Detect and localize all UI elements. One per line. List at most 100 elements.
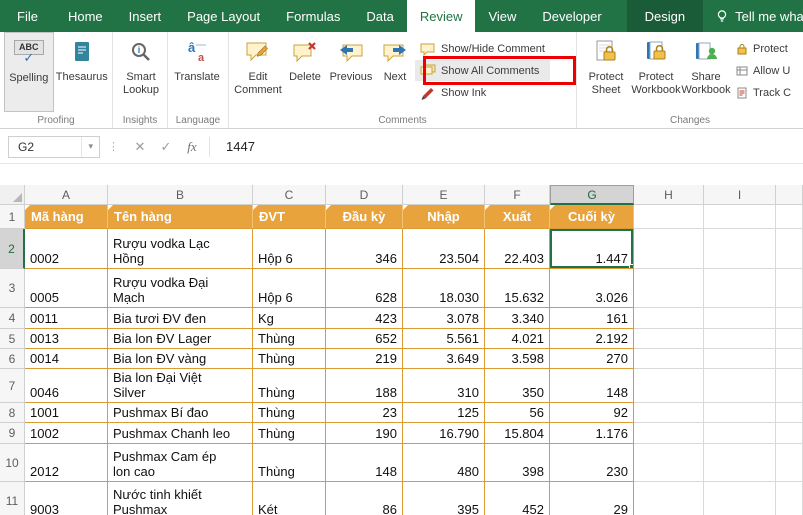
cell-J4[interactable] (776, 308, 803, 329)
cell-A1[interactable]: Mã hàng (25, 205, 108, 229)
cell-F11[interactable]: 452 (485, 482, 550, 515)
edit-comment-button[interactable]: Edit Comment (233, 32, 283, 112)
cell-G11[interactable]: 29 (550, 482, 634, 515)
cell-E1[interactable]: Nhập (403, 205, 485, 229)
cell-B9[interactable]: Pushmax Chanh leo (108, 423, 253, 444)
row-header-11[interactable]: 11 (0, 482, 25, 515)
thesaurus-button[interactable]: Thesaurus (54, 32, 110, 112)
cell-A8[interactable]: 1001 (25, 403, 108, 423)
cell-G6[interactable]: 270 (550, 349, 634, 369)
cell-G10[interactable]: 230 (550, 444, 634, 482)
select-all-button[interactable] (0, 185, 25, 205)
cell-E11[interactable]: 395 (403, 482, 485, 515)
cell-A4[interactable]: 0011 (25, 308, 108, 329)
name-box[interactable]: G2 ▾ (8, 136, 100, 158)
cell-J6[interactable] (776, 349, 803, 369)
cell-B8[interactable]: Pushmax Bí đao (108, 403, 253, 423)
cell-D8[interactable]: 23 (326, 403, 403, 423)
cell-G3[interactable]: 3.026 (550, 269, 634, 308)
cell-E10[interactable]: 480 (403, 444, 485, 482)
enter-button[interactable]: ✓ (153, 139, 179, 155)
cell-J1[interactable] (776, 205, 803, 229)
cell-F2[interactable]: 22.403 (485, 229, 550, 269)
cell-F9[interactable]: 15.804 (485, 423, 550, 444)
previous-comment-button[interactable]: Previous (327, 32, 375, 112)
cell-H8[interactable] (634, 403, 704, 423)
cell-J3[interactable] (776, 269, 803, 308)
smart-lookup-button[interactable]: i Smart Lookup (117, 32, 165, 112)
row-header-5[interactable]: 5 (0, 329, 25, 349)
cell-D5[interactable]: 652 (326, 329, 403, 349)
show-hide-comment-button[interactable]: Show/Hide Comment (415, 38, 550, 59)
col-header-G[interactable]: G (550, 185, 634, 205)
col-header-D[interactable]: D (326, 185, 403, 205)
cell-G9[interactable]: 1.176 (550, 423, 634, 444)
cell-J2[interactable] (776, 229, 803, 269)
cell-C6[interactable]: Thùng (253, 349, 326, 369)
translate-button[interactable]: âa Translate (172, 32, 222, 112)
show-ink-button[interactable]: Show Ink (415, 82, 550, 103)
cell-D4[interactable]: 423 (326, 308, 403, 329)
cell-E2[interactable]: 23.504 (403, 229, 485, 269)
cell-E7[interactable]: 310 (403, 369, 485, 403)
cell-A3[interactable]: 0005 (25, 269, 108, 308)
next-comment-button[interactable]: Next (375, 32, 415, 112)
row-header-10[interactable]: 10 (0, 444, 25, 482)
cell-A9[interactable]: 1002 (25, 423, 108, 444)
cell-I3[interactable] (704, 269, 776, 308)
cell-C1[interactable]: ĐVT (253, 205, 326, 229)
cell-I5[interactable] (704, 329, 776, 349)
cell-J7[interactable] (776, 369, 803, 403)
col-header-B[interactable]: B (108, 185, 253, 205)
cell-B4[interactable]: Bia tươi ĐV đen (108, 308, 253, 329)
col-header-I[interactable]: I (704, 185, 776, 205)
col-header-F[interactable]: F (485, 185, 550, 205)
cell-C9[interactable]: Thùng (253, 423, 326, 444)
protect-shared-workbook-button[interactable]: Protect (731, 38, 796, 59)
formula-bar-resize-handle[interactable]: ⋮ (100, 140, 127, 153)
cell-I11[interactable] (704, 482, 776, 515)
cell-I1[interactable] (704, 205, 776, 229)
cell-B5[interactable]: Bia lon ĐV Lager (108, 329, 253, 349)
cell-F4[interactable]: 3.340 (485, 308, 550, 329)
cell-A2[interactable]: 0002 (25, 229, 108, 269)
col-header-A[interactable]: A (25, 185, 108, 205)
cell-E8[interactable]: 125 (403, 403, 485, 423)
cancel-button[interactable]: ✕ (127, 139, 153, 155)
cell-D10[interactable]: 148 (326, 444, 403, 482)
cell-I8[interactable] (704, 403, 776, 423)
tab-developer[interactable]: Developer (529, 0, 614, 32)
cell-C11[interactable]: Két (253, 482, 326, 515)
cell-C8[interactable]: Thùng (253, 403, 326, 423)
cell-J9[interactable] (776, 423, 803, 444)
cell-H4[interactable] (634, 308, 704, 329)
tab-view[interactable]: View (475, 0, 529, 32)
cell-B6[interactable]: Bia lon ĐV vàng (108, 349, 253, 369)
col-header-E[interactable]: E (403, 185, 485, 205)
cell-D6[interactable]: 219 (326, 349, 403, 369)
cell-C5[interactable]: Thùng (253, 329, 326, 349)
row-header-4[interactable]: 4 (0, 308, 25, 329)
cell-D11[interactable]: 86 (326, 482, 403, 515)
spelling-button[interactable]: ABC ✓ Spelling (4, 32, 54, 112)
cell-E4[interactable]: 3.078 (403, 308, 485, 329)
cell-E9[interactable]: 16.790 (403, 423, 485, 444)
row-header-8[interactable]: 8 (0, 403, 25, 423)
cell-D1[interactable]: Đầu kỳ (326, 205, 403, 229)
cell-E6[interactable]: 3.649 (403, 349, 485, 369)
cell-H6[interactable] (634, 349, 704, 369)
cell-C10[interactable]: Thùng (253, 444, 326, 482)
tab-home[interactable]: Home (55, 0, 116, 32)
cell-B2[interactable]: Rượu vodka Lạc Hồng (108, 229, 253, 269)
cell-F6[interactable]: 3.598 (485, 349, 550, 369)
cell-B10[interactable]: Pushmax Cam ép lon cao (108, 444, 253, 482)
cell-G4[interactable]: 161 (550, 308, 634, 329)
row-header-2[interactable]: 2 (0, 229, 25, 269)
cell-H3[interactable] (634, 269, 704, 308)
cell-B7[interactable]: Bia lon Đại Việt Silver (108, 369, 253, 403)
col-header-C[interactable]: C (253, 185, 326, 205)
tab-review[interactable]: Review (407, 0, 476, 32)
row-header-6[interactable]: 6 (0, 349, 25, 369)
allow-users-button[interactable]: Allow U (731, 60, 796, 81)
cell-G2-selected[interactable]: 1.447 (550, 229, 634, 269)
